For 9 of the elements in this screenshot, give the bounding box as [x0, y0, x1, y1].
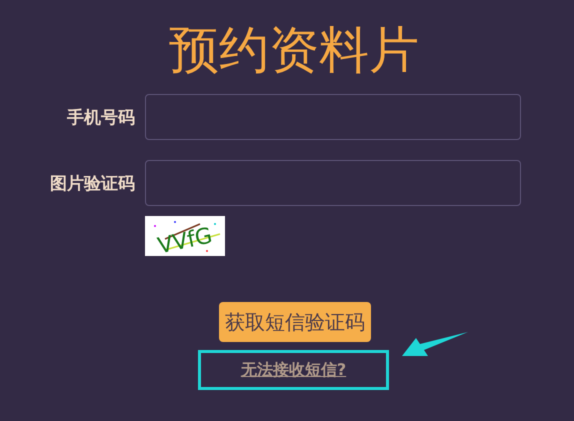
page-title: 预约资料片: [168, 20, 420, 80]
get-sms-code-button[interactable]: 获取短信验证码: [219, 302, 371, 342]
captcha-image[interactable]: VVfG: [145, 216, 225, 256]
input-field[interactable]: [145, 160, 521, 206]
input-field[interactable]: [145, 94, 521, 140]
field-label: 手机号码: [66, 106, 136, 128]
field-label: 图片验证码: [49, 172, 136, 194]
cannot-receive-sms-link[interactable]: 无法接收短信?: [240, 360, 346, 380]
arrow-icon: [402, 330, 470, 358]
